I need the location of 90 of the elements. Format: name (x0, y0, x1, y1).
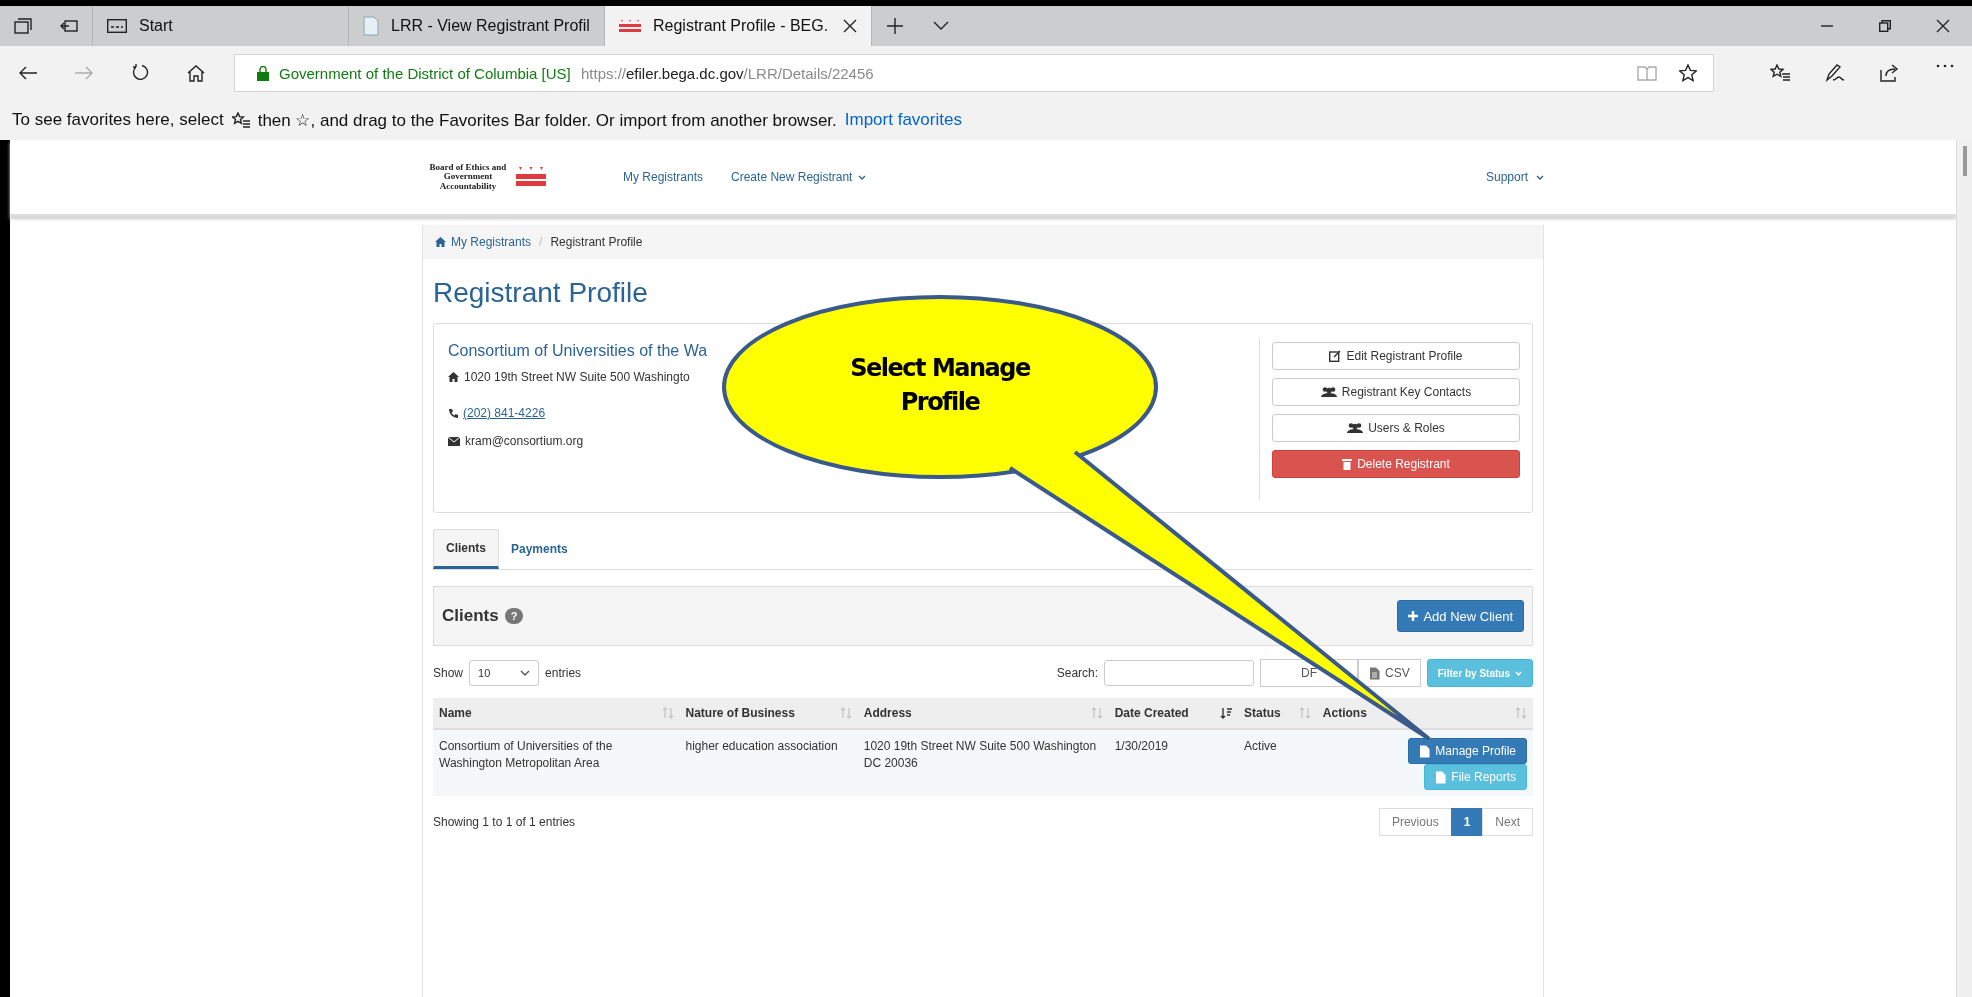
row-action-button[interactable]: Manage Profile (1408, 738, 1527, 764)
breadcrumb-link[interactable]: My Registrants (435, 235, 532, 249)
import-favorites-link[interactable]: Import favorites (844, 110, 962, 130)
logo[interactable]: Board of Ethics and Government Accountability (428, 162, 623, 192)
sort-descending-icon[interactable] (1220, 707, 1233, 719)
file-icon (1419, 744, 1431, 758)
registrant-email: kram@consortium.org (465, 434, 584, 448)
pagination-button[interactable]: Previous (1378, 808, 1452, 836)
phone-icon (448, 408, 458, 418)
tab[interactable]: Payments (499, 529, 580, 569)
tab[interactable]: Clients (433, 529, 499, 569)
star-icon (1679, 64, 1697, 82)
favorites-icon (231, 112, 250, 128)
more-icon (1935, 64, 1954, 68)
share-icon (1879, 64, 1900, 82)
restore-icon (1879, 20, 1891, 32)
address-bar[interactable]: Government of the District of Columbia [US] https://efiler.bega.dc.gov/LRR/Details/22456 (234, 54, 1714, 92)
panel-title: Clients (442, 606, 499, 626)
table-cell: Active (1244, 739, 1277, 753)
forward-icon (75, 66, 93, 80)
column-header[interactable]: Actions (1322, 706, 1367, 720)
document-icon (363, 16, 379, 36)
callout-text: Select Manage Profile (849, 353, 1031, 418)
lock-icon (257, 65, 269, 81)
page-size-select[interactable]: 10 (469, 660, 540, 686)
registrant-name: Consortium of Universities of the Wa (448, 342, 709, 360)
page-title: Registrant Profile (433, 277, 649, 309)
edit-icon (1329, 350, 1342, 362)
trash-icon (1342, 458, 1353, 470)
minimize-icon (1821, 25, 1833, 27)
entries-label: entries (545, 666, 582, 680)
nav-link[interactable]: Support (1485, 170, 1528, 184)
sort-icon[interactable] (1515, 707, 1527, 719)
flag-icon (619, 19, 641, 33)
plus-icon (1408, 611, 1419, 621)
caret-icon (1515, 670, 1522, 676)
phone-link[interactable]: (202) 841-4226 (463, 406, 546, 420)
back-icon (19, 66, 37, 80)
reading-view-icon (1637, 65, 1657, 81)
tab-aside-icon (60, 19, 78, 33)
browser-tab[interactable]: Registrant Profile - BEG. (604, 6, 871, 46)
favorites-hint: then ☆, and drag to the Favorites Bar folder. Or import from another browser. (257, 109, 837, 131)
new-tab-icon (887, 18, 903, 34)
search-label: Search: (1056, 666, 1099, 680)
table-cell: Consortium of Universities of the Washington Metropolitan Area (439, 739, 613, 770)
close-icon (843, 19, 857, 33)
chevron-down-icon (933, 21, 949, 31)
registrant-address: 1020 19th Street NW Suite 500 Washingto (464, 370, 690, 384)
home-icon (448, 372, 459, 382)
caret-icon (1536, 174, 1544, 180)
table-summary: Showing 1 to 1 of 1 entries (433, 815, 576, 829)
show-label: Show (433, 666, 464, 680)
profile-action-button[interactable]: Delete Registrant (1272, 450, 1520, 478)
help-badge[interactable]: ? (504, 608, 524, 624)
column-header[interactable]: Name (439, 706, 472, 720)
home-icon (435, 237, 446, 247)
breadcrumb-separator: / (539, 235, 543, 249)
close-icon (1936, 19, 1950, 33)
tabs-icon (14, 18, 32, 34)
users-icon (1320, 386, 1337, 398)
profile-action-button[interactable]: Users & Roles (1272, 414, 1520, 442)
file-icon (1435, 770, 1447, 784)
table-cell: 1020 19th Street NW Suite 500 Washington DC 20036 (863, 739, 1097, 770)
home-icon (187, 64, 205, 82)
column-header[interactable]: Address (863, 706, 912, 720)
nav-link[interactable]: My Registrants (623, 170, 704, 184)
refresh-icon (131, 64, 149, 82)
sort-icon[interactable] (839, 707, 852, 719)
table-cell: 1/30/2019 (1114, 739, 1169, 753)
file-icon (1369, 666, 1381, 680)
nav-link[interactable]: Create New Registrant (731, 170, 867, 184)
profile-action-button[interactable]: Registrant Key Contacts (1272, 378, 1520, 406)
profile-action-button[interactable]: Edit Registrant Profile (1272, 342, 1520, 370)
table-cell: higher education association (685, 739, 838, 753)
favorites-hint: To see favorites here, select (12, 110, 224, 130)
favorites-icon (1769, 64, 1790, 82)
pagination-button[interactable]: Next (1482, 808, 1533, 836)
add-client-button[interactable]: Add New Client (1397, 600, 1524, 632)
sort-icon[interactable] (1090, 707, 1103, 719)
breadcrumb-current: Registrant Profile (550, 235, 643, 249)
export-button[interactable]: CSV (1358, 659, 1421, 687)
sort-icon[interactable] (1298, 707, 1311, 719)
start-page-icon (107, 19, 127, 33)
pen-icon (1824, 64, 1845, 82)
users-icon (1347, 422, 1364, 434)
search-field[interactable] (1104, 660, 1255, 686)
chevron-down-icon (520, 670, 531, 676)
caret-icon (858, 174, 867, 180)
envelope-icon (448, 436, 460, 446)
sort-icon[interactable] (661, 707, 674, 719)
